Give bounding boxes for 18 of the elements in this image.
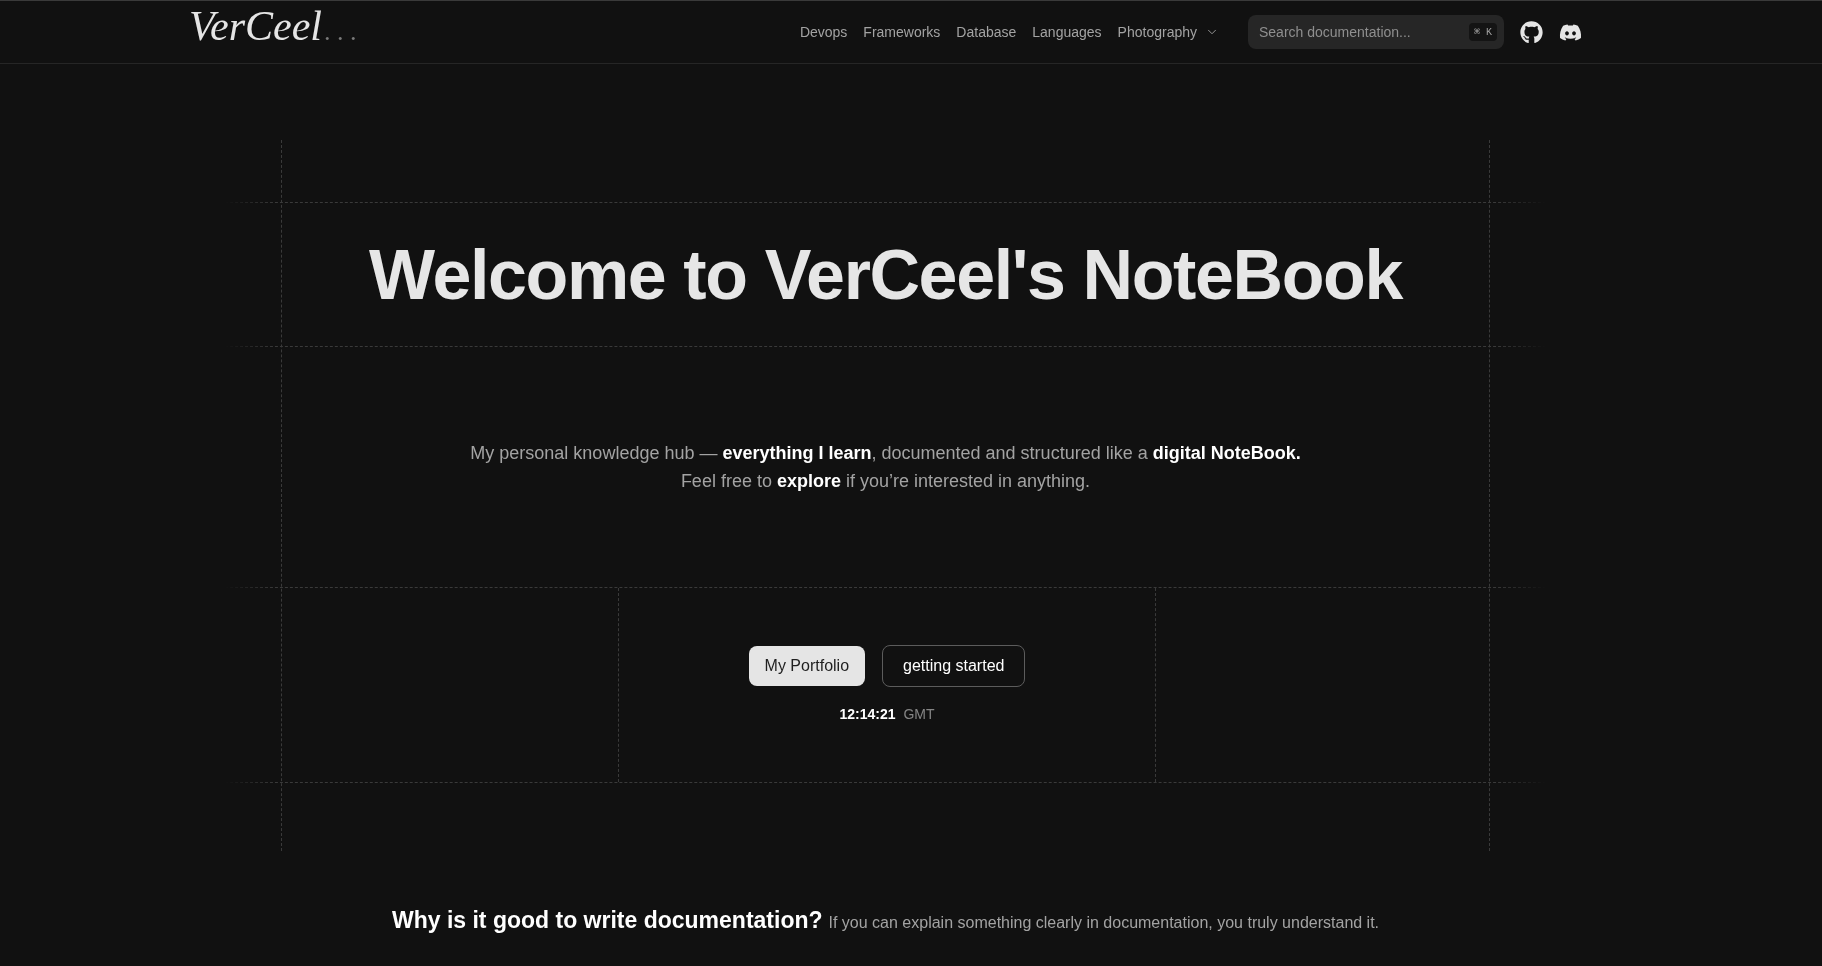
github-icon <box>1520 20 1543 44</box>
page-title: Welcome to VerCeel's NoteBook <box>369 239 1402 310</box>
portfolio-button[interactable]: My Portfolio <box>748 646 866 686</box>
nav-link[interactable]: Languages <box>1032 21 1102 43</box>
intro-text: My personal knowledge hub — everything I learn, documented and structured like a digital NoteBook. <box>470 442 1301 465</box>
nav-dropdown[interactable]: Photography <box>1117 21 1219 43</box>
github-link[interactable] <box>1520 20 1543 44</box>
nav-link[interactable]: Frameworks <box>863 21 941 43</box>
shortcut-key: ⌘ K <box>1468 23 1497 41</box>
nav-link[interactable]: Devops <box>799 21 848 43</box>
intro-text: Feel free to explore if you’re interested in anything. <box>680 470 1091 493</box>
timezone-label: GMT <box>903 705 935 724</box>
section-heading: Why is it good to write documentation? <box>391 906 823 935</box>
nav-link[interactable]: Database <box>956 21 1017 43</box>
section-description: If you can explain something clearly in documentation, you truly understand it. <box>828 913 1380 933</box>
getting-started-button[interactable]: getting started <box>882 645 1026 687</box>
site-logo[interactable]: VerCeel... <box>189 5 363 47</box>
clock-time: 12:14:21 <box>839 705 896 724</box>
